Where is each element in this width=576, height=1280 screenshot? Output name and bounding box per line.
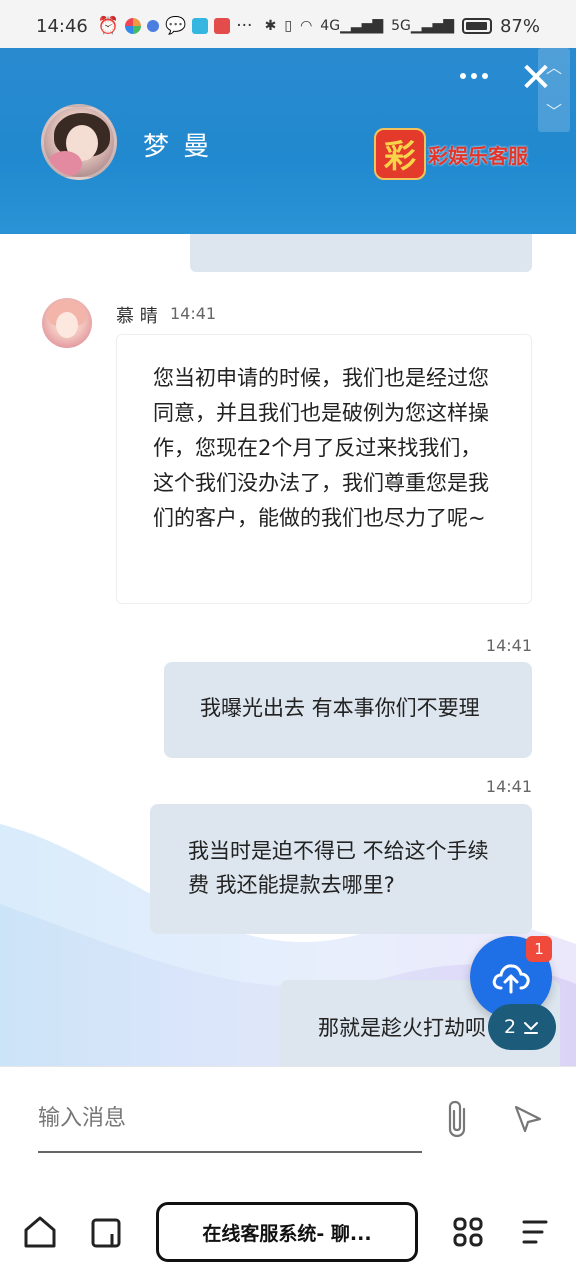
notification-icons: ⏰ 💬 ··· bbox=[98, 16, 253, 36]
vibrate-icon: ▯ bbox=[284, 18, 293, 34]
contact-name: 梦 曼 bbox=[143, 132, 213, 162]
cloud-upload-icon bbox=[492, 964, 530, 994]
address-bar[interactable]: 在线客服系统- 聊... bbox=[156, 1202, 418, 1262]
chat-header: 梦 曼 ✕ ︿ ﹀ 彩 彩娱乐客服 bbox=[0, 48, 576, 234]
alarm-icon: ⏰ bbox=[97, 16, 120, 36]
status-right: ✱ ▯ ◠ 4G▁▃▅▇ 5G▁▃▅▇ 87% bbox=[265, 16, 540, 37]
apps-grid-icon[interactable] bbox=[452, 1216, 484, 1248]
battery-percent: 87% bbox=[499, 15, 540, 37]
send-icon[interactable] bbox=[512, 1103, 544, 1135]
unread-count: 2 bbox=[503, 1016, 517, 1038]
chevron-down-icon[interactable]: ﹀ bbox=[538, 98, 570, 122]
message-input[interactable] bbox=[38, 1085, 422, 1153]
signal-4g: 4G▁▃▅▇ bbox=[320, 18, 384, 34]
message-input-bar bbox=[0, 1066, 576, 1186]
app-icon-red bbox=[214, 18, 231, 34]
app-icon-colorful bbox=[125, 18, 142, 34]
menu-icon[interactable] bbox=[520, 1216, 550, 1248]
app-icon-cyan bbox=[192, 18, 209, 34]
status-time: 14:46 bbox=[36, 15, 88, 37]
chat-messages[interactable]: 慕 晴 14:41 您当初申请的时候，我们也是经过您同意，并且我们也是破例为您这… bbox=[0, 234, 576, 1066]
signal-5g: 5G▁▃▅▇ bbox=[391, 18, 454, 34]
app-icon-blue-dot bbox=[147, 20, 160, 32]
chat-icon: 💬 bbox=[165, 16, 187, 36]
header-scroll-control[interactable]: ︿ ﹀ bbox=[538, 48, 570, 132]
brand-name: 彩娱乐客服 bbox=[428, 143, 528, 168]
agent-name: 慕 晴 bbox=[116, 306, 158, 327]
status-bar: 14:46 ⏰ 💬 ··· ✱ ▯ ◠ 4G▁▃▅▇ 5G▁▃▅▇ 87% bbox=[0, 0, 576, 52]
browser-toolbar: 在线客服系统- 聊... bbox=[0, 1186, 576, 1280]
attachment-icon[interactable] bbox=[444, 1099, 472, 1139]
brand-logo-mark: 彩 bbox=[374, 128, 426, 180]
my-message-bubble: 我当时是迫不得已 不给这个手续费 我还能提款去哪里? bbox=[150, 804, 532, 934]
agent-avatar bbox=[42, 298, 92, 348]
brand-logo: 彩 彩娱乐客服 bbox=[374, 128, 528, 180]
more-notifications-icon: ··· bbox=[236, 16, 253, 36]
home-icon[interactable] bbox=[22, 1214, 58, 1250]
message-time: 14:41 bbox=[485, 636, 532, 655]
agent-message-bubble: 您当初申请的时候，我们也是经过您同意，并且我们也是破例为您这样操作，您现在2个月… bbox=[116, 334, 532, 604]
arrow-down-icon bbox=[524, 1022, 539, 1034]
upload-badge: 1 bbox=[526, 936, 552, 962]
tabs-icon[interactable] bbox=[90, 1214, 124, 1250]
contact-avatar[interactable] bbox=[41, 104, 117, 180]
bluetooth-icon: ✱ bbox=[264, 18, 277, 34]
scroll-to-bottom-button[interactable]: 2 bbox=[488, 1004, 556, 1050]
chevron-up-icon[interactable]: ︿ bbox=[538, 54, 570, 78]
previous-message-bubble bbox=[190, 234, 532, 272]
wifi-icon: ◠ bbox=[300, 18, 313, 34]
more-options-button[interactable] bbox=[456, 64, 492, 88]
message-time: 14:41 bbox=[170, 304, 217, 323]
message-time: 14:41 bbox=[485, 777, 532, 796]
my-message-bubble: 我曝光出去 有本事你们不要理 bbox=[164, 662, 532, 758]
battery-icon bbox=[461, 18, 492, 34]
